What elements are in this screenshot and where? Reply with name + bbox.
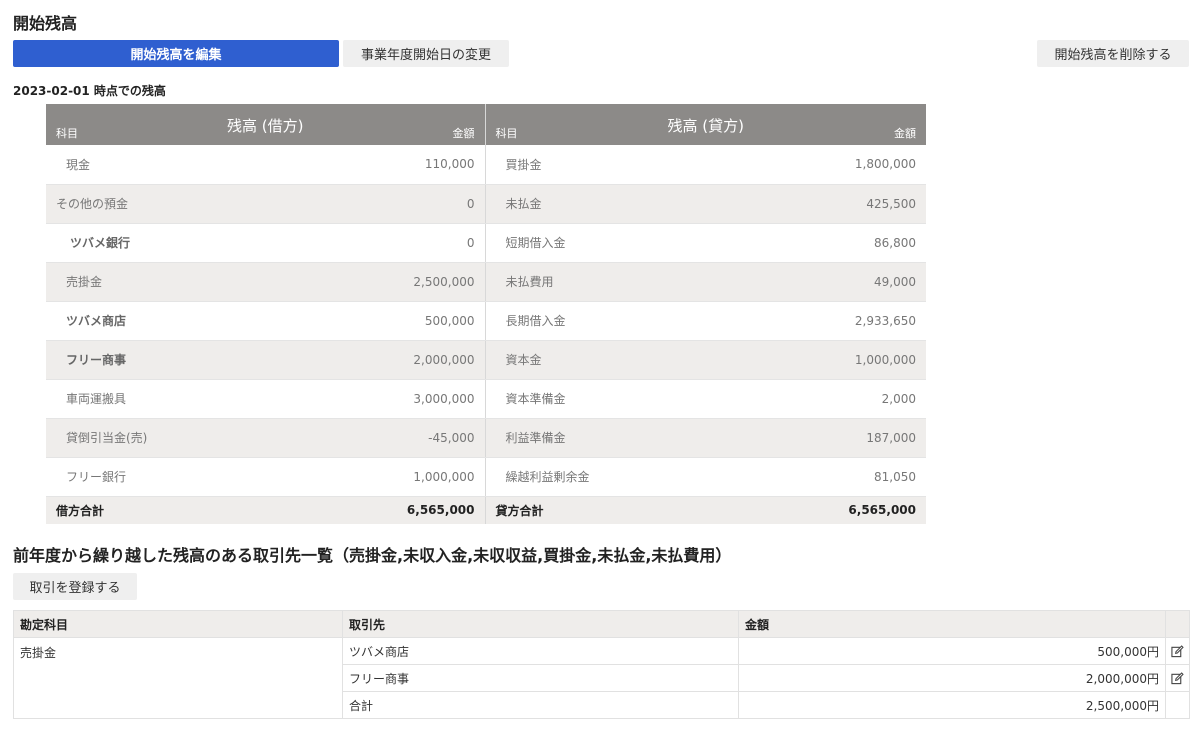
register-transaction-button[interactable]: 取引を登録する [13, 573, 137, 600]
partner-cell: ツバメ商店 [342, 637, 739, 665]
credit-account: 長期借入金 [485, 301, 815, 341]
amount-cell: 2,500,000円 [738, 691, 1166, 719]
account-cell: 売掛金 [13, 637, 343, 719]
credit-account: 利益準備金 [485, 418, 815, 458]
header-account: 勘定科目 [13, 610, 343, 638]
debit-amount: 0 [376, 223, 486, 263]
debit-account-label: 科目 [56, 127, 78, 140]
balance-row: ツバメ銀行 0 短期借入金 86,800 [46, 223, 926, 263]
credit-amount: 1,800,000 [815, 145, 926, 185]
amount-cell: 2,000,000円 [738, 664, 1166, 692]
credit-total-amount: 6,565,000 [815, 496, 926, 524]
edit-opening-balance-button[interactable]: 開始残高を編集 [13, 40, 339, 67]
debit-total-amount: 6,565,000 [376, 496, 486, 524]
amount-cell: 500,000円 [738, 637, 1166, 665]
balance-row: その他の預金 0 未払金 425,500 [46, 184, 926, 224]
debit-account: 現金 [46, 145, 376, 185]
balance-header-row: 残高 (借方) 科目 金額 残高 (貸方) 科目 金額 [46, 104, 926, 145]
partners-table: 勘定科目 取引先 金額 売掛金 ツバメ商店 500,000円 フリー商事 2,0… [13, 610, 1190, 719]
balance-row: フリー銀行 1,000,000 繰越利益剰余金 81,050 [46, 457, 926, 497]
credit-amount: 2,933,650 [815, 301, 926, 341]
debit-amount-label: 金額 [452, 127, 475, 140]
balance-row: 現金 110,000 買掛金 1,800,000 [46, 145, 926, 185]
debit-account: フリー商事 [46, 340, 376, 380]
debit-total-label: 借方合計 [46, 496, 376, 524]
debit-account: 車両運搬具 [46, 379, 376, 419]
edit-icon[interactable] [1171, 672, 1184, 685]
balance-row: ツバメ商店 500,000 長期借入金 2,933,650 [46, 301, 926, 341]
balance-row: 貸倒引当金(売) -45,000 利益準備金 187,000 [46, 418, 926, 458]
header-partner: 取引先 [342, 610, 739, 638]
credit-amount: 187,000 [815, 418, 926, 458]
credit-amount-label: 金額 [894, 127, 916, 140]
debit-amount: 500,000 [376, 301, 486, 341]
debit-account: その他の預金 [46, 184, 376, 224]
balance-row: 売掛金 2,500,000 未払費用 49,000 [46, 262, 926, 302]
debit-amount: 2,000,000 [376, 340, 486, 380]
credit-account: 未払金 [485, 184, 815, 224]
debit-amount: 110,000 [376, 145, 486, 185]
credit-total-label: 貸方合計 [485, 496, 815, 524]
credit-account: 未払費用 [485, 262, 815, 302]
credit-account: 短期借入金 [485, 223, 815, 263]
debit-amount: 2,500,000 [376, 262, 486, 302]
credit-account: 繰越利益剰余金 [485, 457, 815, 497]
header-edit [1165, 610, 1190, 638]
partner-cell: 合計 [342, 691, 739, 719]
credit-account: 資本準備金 [485, 379, 815, 419]
credit-amount: 81,050 [815, 457, 926, 497]
credit-account: 買掛金 [485, 145, 815, 185]
table-row: 売掛金 ツバメ商店 500,000円 [13, 637, 1190, 719]
partner-cell: フリー商事 [342, 664, 739, 692]
debit-header-title: 残高 (借方) [227, 117, 304, 135]
opening-balance-table: 残高 (借方) 科目 金額 残高 (貸方) 科目 金額 現金 110,000 買… [46, 104, 926, 524]
edit-cell [1165, 691, 1190, 719]
balance-total-row: 借方合計 6,565,000 貸方合計 6,565,000 [46, 496, 926, 524]
credit-amount: 49,000 [815, 262, 926, 302]
change-fiscal-year-start-button[interactable]: 事業年度開始日の変更 [343, 40, 509, 67]
credit-amount: 2,000 [815, 379, 926, 419]
debit-account: ツバメ商店 [46, 301, 376, 341]
as-of-date-label: 2023-02-01 時点での残高 [13, 84, 166, 98]
debit-account: 貸倒引当金(売) [46, 418, 376, 458]
credit-amount: 425,500 [815, 184, 926, 224]
partners-section-title: 前年度から繰り越した残高のある取引先一覧（売掛金,未収入金,未収収益,買掛金,未… [13, 546, 732, 565]
debit-account: ツバメ銀行 [46, 223, 376, 263]
credit-header-cell: 残高 (貸方) 科目 金額 [485, 104, 926, 145]
delete-opening-balance-button[interactable]: 開始残高を削除する [1037, 40, 1189, 67]
debit-amount: 0 [376, 184, 486, 224]
debit-header-cell: 残高 (借方) 科目 金額 [46, 104, 486, 145]
debit-account: フリー銀行 [46, 457, 376, 497]
credit-account-label: 科目 [495, 127, 518, 140]
edit-cell [1165, 637, 1190, 665]
page-title: 開始残高 [13, 14, 78, 33]
debit-amount: 1,000,000 [376, 457, 486, 497]
edit-cell [1165, 664, 1190, 692]
credit-amount: 86,800 [815, 223, 926, 263]
debit-amount: -45,000 [376, 418, 486, 458]
header-amount: 金額 [738, 610, 1166, 638]
balance-row: 車両運搬具 3,000,000 資本準備金 2,000 [46, 379, 926, 419]
edit-icon[interactable] [1171, 645, 1184, 658]
balance-row: フリー商事 2,000,000 資本金 1,000,000 [46, 340, 926, 380]
credit-account: 資本金 [485, 340, 815, 380]
debit-amount: 3,000,000 [376, 379, 486, 419]
debit-account: 売掛金 [46, 262, 376, 302]
credit-amount: 1,000,000 [815, 340, 926, 380]
partners-header-row: 勘定科目 取引先 金額 [13, 610, 1190, 638]
credit-header-title: 残高 (貸方) [667, 117, 744, 135]
